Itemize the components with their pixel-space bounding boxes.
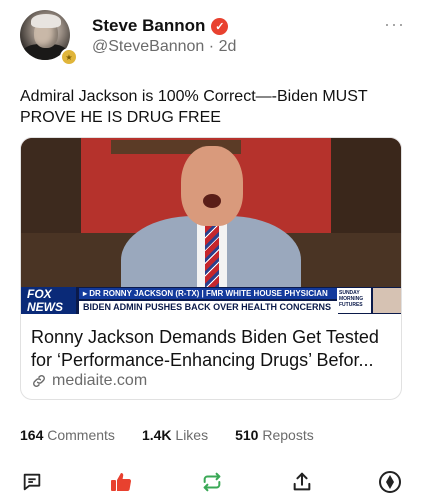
meta-separator: ·: [208, 38, 215, 55]
share-button[interactable]: [290, 470, 314, 494]
comments-label: Comments: [47, 427, 115, 443]
repost-button[interactable]: [200, 470, 224, 494]
author-handle-row: @SteveBannon · 2d: [92, 38, 236, 56]
engagement-stats: 164 Comments 1.4K Likes 510 Reposts: [20, 427, 314, 443]
avatar-badge-icon: ★: [60, 48, 78, 66]
thumb-head: [181, 146, 243, 226]
link-card-title[interactable]: Ronny Jackson Demands Biden Get Tested f…: [31, 326, 393, 372]
link-icon: [33, 375, 45, 387]
show-name: SUNDAY MORNING FUTURES: [337, 288, 371, 313]
author-name[interactable]: Steve Bannon: [92, 16, 205, 36]
link-card-domain-row[interactable]: mediaite.com: [31, 372, 147, 390]
boost-icon: [379, 471, 401, 493]
news-chyron: FOX NEWS ▸ DR RONNY JACKSON (R-TX) | FMR…: [21, 287, 401, 314]
share-icon: [293, 472, 311, 491]
likes-label: Likes: [175, 427, 209, 443]
comment-icon: [23, 473, 41, 491]
action-bar: [20, 470, 405, 498]
author-name-row: Steve Bannon ✓: [92, 16, 229, 36]
reposts-count: 510: [235, 427, 259, 443]
reposts-stat[interactable]: 510 Reposts: [235, 427, 314, 443]
author-handle[interactable]: @SteveBannon: [92, 38, 204, 55]
thumb-mouth: [203, 194, 221, 208]
post-age: 2d: [218, 38, 237, 55]
thumbs-up-icon: [111, 473, 132, 492]
chyron-top-line: ▸ DR RONNY JACKSON (R-TX) | FMR WHITE HO…: [79, 288, 338, 299]
like-button[interactable]: [109, 470, 133, 494]
network-logo: FOX NEWS: [21, 287, 76, 314]
comments-stat[interactable]: 164 Comments: [20, 427, 115, 443]
chyron-headline: BIDEN ADMIN PUSHES BACK OVER HEALTH CONC…: [79, 301, 338, 314]
more-options-icon[interactable]: ···: [384, 14, 405, 35]
comments-count: 164: [20, 427, 44, 443]
comment-button[interactable]: [20, 470, 44, 494]
boost-button[interactable]: [378, 470, 402, 494]
repost-icon: [203, 472, 221, 492]
link-preview-card[interactable]: FOX NEWS ▸ DR RONNY JACKSON (R-TX) | FMR…: [20, 137, 402, 400]
post-body-text: Admiral Jackson is 100% Correct—-Biden M…: [20, 88, 368, 126]
verified-badge-icon: ✓: [211, 17, 229, 35]
likes-count: 1.4K: [141, 427, 172, 443]
link-card-domain: mediaite.com: [52, 372, 148, 389]
host-inset: [373, 288, 401, 313]
avatar-hair: [31, 14, 61, 28]
reposts-label: Reposts: [262, 427, 314, 443]
likes-stat[interactable]: 1.4K Likes: [142, 427, 208, 443]
link-thumbnail: FOX NEWS ▸ DR RONNY JACKSON (R-TX) | FMR…: [21, 138, 401, 314]
post-header: ★ Steve Bannon ✓ @SteveBannon · 2d ···: [20, 10, 405, 66]
